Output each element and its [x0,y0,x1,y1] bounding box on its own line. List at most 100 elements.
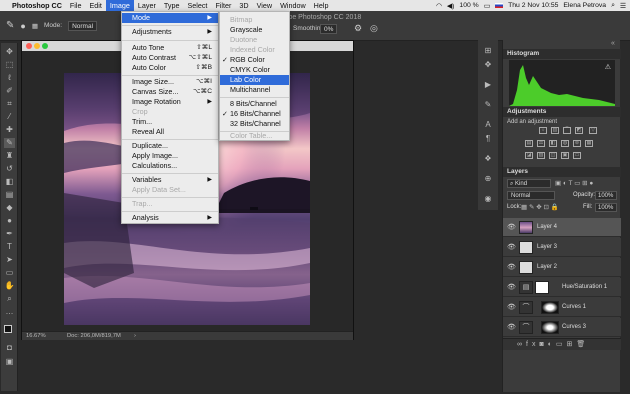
brush-preset-icon[interactable]: ● [20,21,25,31]
clock[interactable]: Thu 2 Nov 10:55 [508,2,558,9]
history-icon[interactable]: ⊞ [483,46,493,56]
menu-item-mode[interactable]: Mode ▶ [122,13,218,23]
selective-color-icon[interactable]: ▣ [561,152,569,159]
layer-row[interactable]: 👁 ⌒ Curves 3 [503,318,621,337]
character-icon[interactable]: A [483,120,493,130]
layer-mask-thumbnail[interactable] [535,281,549,294]
new-group-icon[interactable]: ▭ [556,341,567,348]
pressure-size-icon[interactable]: ◎ [370,23,378,34]
photo-filter-icon[interactable]: ◍ [561,140,569,147]
layer-row[interactable]: 👁 Layer 2 [503,258,621,277]
lasso-tool-icon[interactable]: ℓ [4,73,15,83]
zoom-level[interactable]: 16.67% [26,333,46,339]
layer-name[interactable]: Hue/Saturation 1 [562,278,607,297]
close-window-button[interactable] [26,43,32,49]
styles-icon[interactable]: ❖ [483,154,493,164]
menu-item-variables[interactable]: Variables ▶ [122,175,218,185]
layers-panel-header[interactable]: Layers [503,167,621,177]
visibility-eye-icon[interactable]: 👁 [507,298,516,317]
adjustments-panel-header[interactable]: Adjustments [503,107,621,117]
minimize-window-button[interactable] [34,43,40,49]
threshold-icon[interactable]: ◫ [549,152,557,159]
document-size[interactable]: Doc: 206,0M/819,7M [67,332,121,341]
actions-icon[interactable]: ▶ [483,80,493,90]
pen-tool-icon[interactable]: ✒ [4,229,15,239]
menu-item-auto-color[interactable]: Auto Color ⇧⌘B [122,63,218,73]
menu-item-duplicate[interactable]: Duplicate... [122,141,218,151]
search-icon[interactable]: ⌕ [611,2,615,10]
mode-16-bits[interactable]: ✓ 16 Bits/Channel [220,109,289,119]
menu-type[interactable]: Type [160,0,184,11]
link-layers-icon[interactable]: ∞ [517,341,526,348]
menu-layer[interactable]: Layer [134,0,160,11]
menu-select[interactable]: Select [183,0,211,11]
wifi-icon[interactable]: ◠ [436,2,442,10]
channels-icon[interactable]: ⊕ [483,174,493,184]
lock-icons[interactable]: ▦ ✎ ✥ ⊡ 🔒 [521,203,559,211]
layer-mask-thumbnail[interactable] [541,301,559,314]
app-menu[interactable]: Photoshop CC [8,0,66,11]
menu-filter[interactable]: Filter [211,0,235,11]
gradient-map-icon[interactable]: ▭ [573,152,581,159]
volume-icon[interactable]: ◀) [447,2,455,10]
crop-tool-icon[interactable]: ⌗ [4,99,15,109]
healing-tool-icon[interactable]: ✚ [4,125,15,135]
dodge-tool-icon[interactable]: ● [4,216,15,226]
apple-menu-icon[interactable] [0,0,8,11]
layer-name[interactable]: Curves 3 [562,318,586,337]
mode-grayscale[interactable]: Grayscale [220,25,289,35]
visibility-eye-icon[interactable]: 👁 [507,238,516,257]
eraser-tool-icon[interactable]: ◧ [4,177,15,187]
layer-row[interactable]: 👁 Layer 4 [503,218,621,237]
layer-row[interactable]: 👁 ⌒ Curves 1 [503,298,621,317]
color-balance-icon[interactable]: ⚖ [537,140,545,147]
layer-filter-icons[interactable]: ▣ ◐ T ▭ ⊞ ● [555,179,593,187]
zoom-window-button[interactable] [42,43,48,49]
properties-icon[interactable]: ✥ [483,60,493,70]
exposure-icon[interactable]: ◩ [575,127,583,134]
hue-saturation-icon[interactable]: ▤ [525,140,533,147]
fill-field[interactable]: 100% [595,203,617,212]
curves-icon[interactable]: ⌒ [563,127,571,134]
menu-edit[interactable]: Edit [86,0,106,11]
flag-icon[interactable] [495,3,504,8]
blur-tool-icon[interactable]: ◆ [4,203,15,213]
panel-collapse-icon[interactable]: « [611,40,620,48]
status-arrow-icon[interactable]: › [134,332,136,341]
menu-item-calculations[interactable]: Calculations... [122,161,218,171]
menu-3d[interactable]: 3D [235,0,252,11]
layer-name[interactable]: Curves 1 [562,298,586,317]
brush-tool-icon[interactable]: ✎ [4,138,15,148]
channel-mixer-icon[interactable]: ⊚ [573,140,581,147]
layer-name[interactable]: Layer 2 [537,258,557,277]
eyedropper-tool-icon[interactable]: ⁄ [4,112,15,122]
path-select-tool-icon[interactable]: ➤ [4,255,15,265]
posterize-icon[interactable]: ▨ [537,152,545,159]
type-tool-icon[interactable]: T [4,242,15,252]
hand-tool-icon[interactable]: ✋ [4,281,15,291]
mode-8-bits[interactable]: 8 Bits/Channel [220,99,289,109]
quick-mask-icon[interactable]: ◘ [4,343,15,353]
levels-icon[interactable]: ▥ [551,127,559,134]
visibility-eye-icon[interactable]: 👁 [507,258,516,277]
visibility-eye-icon[interactable]: 👁 [507,218,516,237]
layer-row[interactable]: 👁 Layer 3 [503,238,621,257]
layer-row[interactable]: 👁 ▤ Hue/Saturation 1 [503,278,621,297]
brightness-icon[interactable]: ☼ [539,127,547,134]
foreground-color-swatch[interactable] [4,325,12,333]
move-tool-icon[interactable]: ✥ [4,47,15,57]
battery-icon[interactable]: ▭ [484,2,490,10]
mode-32-bits[interactable]: 32 Bits/Channel [220,119,289,129]
brush-settings-icon[interactable]: ▦ [32,22,38,30]
menu-item-adjustments[interactable]: Adjustments ▶ [122,27,218,37]
mode-select[interactable]: Normal [68,20,98,31]
mode-multichannel[interactable]: Multichannel [220,85,289,95]
new-layer-icon[interactable]: ⊞ [567,341,577,348]
layer-filter-kind[interactable]: ⌕ Kind [507,179,551,188]
opacity-field[interactable]: 100% [595,191,617,200]
invert-icon[interactable]: ◪ [525,152,533,159]
mode-cmyk-color[interactable]: CMYK Color [220,65,289,75]
vibrance-icon[interactable]: ▽ [589,127,597,134]
add-mask-icon[interactable]: ◙ [539,341,547,348]
menu-help[interactable]: Help [310,0,333,11]
